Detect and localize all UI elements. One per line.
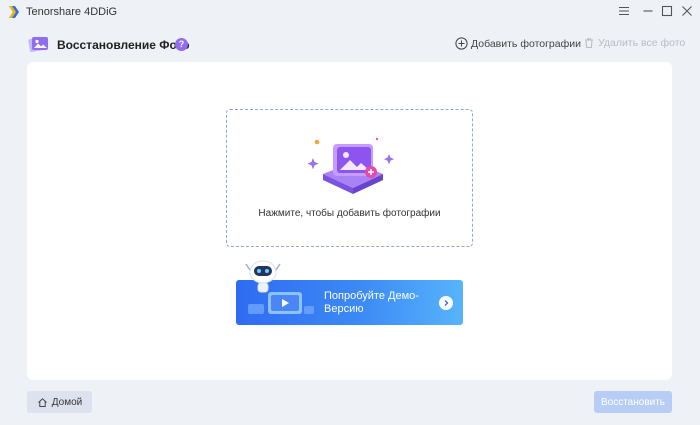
photo-recovery-icon [28, 37, 48, 52]
home-button[interactable]: Домой [27, 391, 92, 413]
home-icon [37, 397, 47, 407]
main-panel: Нажмите, чтобы добавить фотографии Попро… [27, 62, 672, 380]
menu-icon[interactable] [614, 2, 634, 20]
delete-all-label: Удалить все фото [598, 37, 686, 49]
plus-circle-icon [455, 37, 468, 50]
close-icon[interactable] [677, 2, 697, 20]
page-header: Восстановление Фото ? Добавить фотографи… [0, 28, 700, 60]
chevron-right-icon [439, 296, 453, 310]
title-bar: Tenorshare 4DDiG [0, 0, 700, 24]
home-label: Домой [51, 396, 83, 408]
add-photos-label: Добавить фотографии [471, 37, 581, 50]
restore-button[interactable]: Восстановить [594, 391, 672, 413]
photo-dropzone[interactable]: Нажмите, чтобы добавить фотографии [226, 109, 473, 247]
app-title: Tenorshare 4DDiG [26, 6, 118, 18]
demo-version-banner[interactable]: Попробуйте Демо-Версию [236, 260, 463, 325]
delete-all-button[interactable]: Удалить все фото [583, 37, 685, 49]
minimize-icon[interactable] [638, 2, 658, 20]
trash-icon [585, 38, 593, 48]
help-icon[interactable]: ? [175, 38, 188, 51]
page-title: Восстановление Фото [57, 38, 190, 52]
demo-version-label: Попробуйте Демо-Версию [324, 290, 419, 315]
app-logo-icon [9, 6, 19, 18]
app-window: Tenorshare 4DDiG Восстановление Фото ? Д… [0, 0, 700, 425]
maximize-icon[interactable] [657, 2, 677, 20]
dropzone-hint: Нажмите, чтобы добавить фотографии [258, 208, 441, 219]
video-tutorial-icon [248, 292, 314, 314]
add-photo-illustration-icon [307, 137, 395, 194]
add-photos-button[interactable]: Добавить фотографии [455, 37, 581, 50]
